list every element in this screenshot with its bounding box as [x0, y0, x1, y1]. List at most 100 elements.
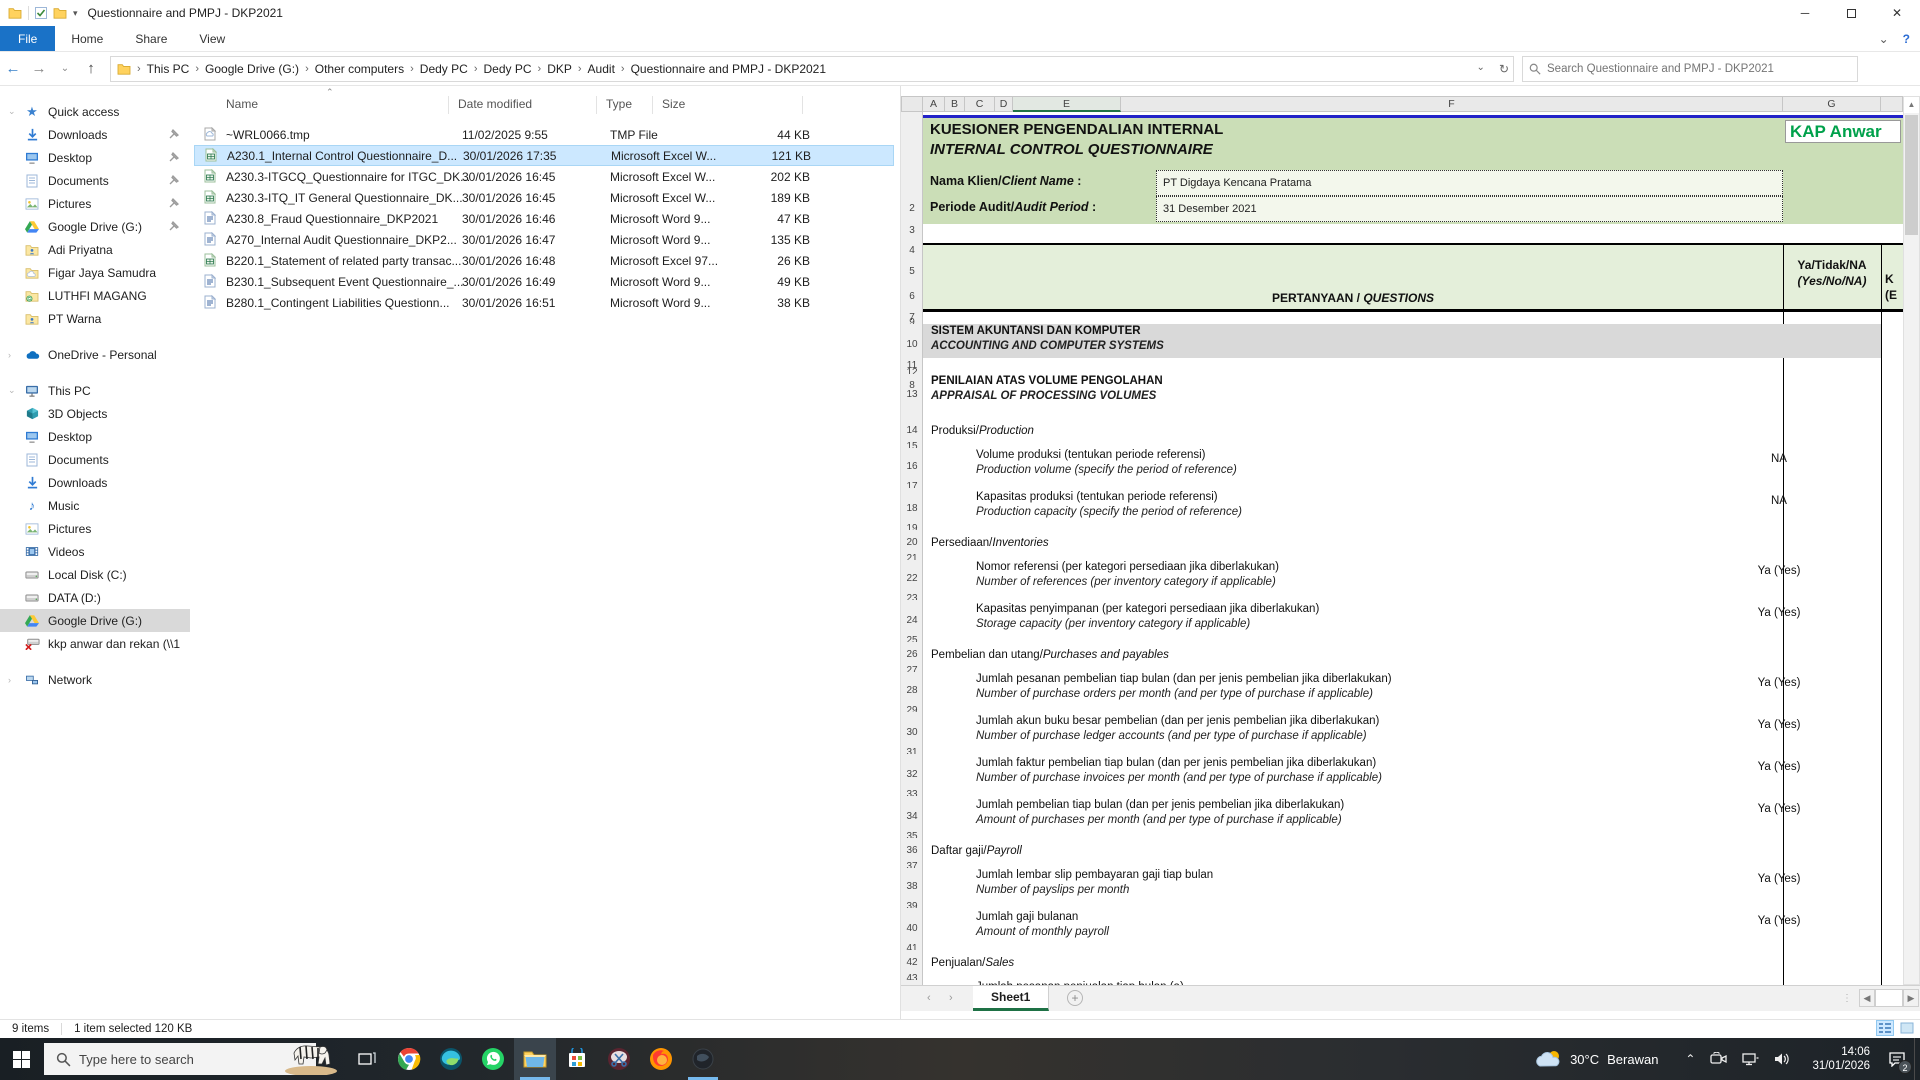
scrollbar-grip[interactable]: ⋮ [1842, 993, 1853, 1004]
large-icons-view-icon[interactable] [1898, 1020, 1916, 1036]
edge-icon[interactable] [430, 1038, 472, 1080]
sidebar-item-downloads[interactable]: Downloads [0, 471, 190, 494]
column-divider[interactable] [596, 96, 597, 114]
breadcrumb-segment[interactable]: This PC [143, 62, 194, 76]
column-divider[interactable] [652, 96, 653, 114]
sidebar-item-music[interactable]: ♪Music [0, 494, 190, 517]
sidebar-item-pictures[interactable]: Pictures [0, 517, 190, 540]
file-row[interactable]: A270_Internal Audit Questionnaire_DKP2..… [194, 229, 894, 250]
sidebar-item-downloads[interactable]: Downloads [0, 123, 190, 146]
sidebar-section-quick-access[interactable]: ⌄★Quick access [0, 100, 190, 123]
column-divider[interactable] [802, 96, 803, 114]
network-icon[interactable] [1742, 1052, 1766, 1066]
microsoft-store-icon[interactable] [556, 1038, 598, 1080]
sheet-tab[interactable]: Sheet1 [973, 986, 1049, 1011]
file-name[interactable]: B280.1_Contingent Liabilities Questionn.… [226, 296, 449, 310]
column-header-date-modified[interactable]: Date modified [458, 97, 532, 111]
zebra-search-highlight-image[interactable] [280, 1035, 342, 1075]
sidebar-item-google-drive-g-[interactable]: Google Drive (G:) [0, 609, 190, 632]
breadcrumb-segment[interactable]: Questionnaire and PMPJ - DKP2021 [627, 62, 830, 76]
properties-check-icon[interactable] [35, 7, 47, 19]
next-sheet-icon[interactable]: › [949, 992, 953, 1004]
back-button[interactable]: ← [0, 60, 26, 77]
dark-app-icon[interactable] [682, 1038, 724, 1080]
sidebar-item-adi-priyatna[interactable]: Adi Priyatna [0, 238, 190, 261]
file-name[interactable]: A230.3-ITGCQ_Questionnaire for ITGC_DK..… [226, 170, 470, 184]
sidebar-item-local-disk-c-[interactable]: Local Disk (C:) [0, 563, 190, 586]
maximize-button[interactable] [1828, 0, 1874, 26]
close-button[interactable]: ✕ [1874, 0, 1920, 26]
breadcrumb-segment[interactable]: Other computers [311, 62, 408, 76]
recent-locations-chevron-icon[interactable]: ⌄ [52, 63, 78, 74]
hidden-icons-chevron-icon[interactable]: ⌃ [1678, 1052, 1702, 1066]
sidebar-item-google-drive-g-[interactable]: Google Drive (G:) [0, 215, 190, 238]
breadcrumb-segment[interactable]: Google Drive (G:) [201, 62, 303, 76]
file-explorer-icon[interactable] [514, 1038, 556, 1080]
sidebar-item-videos[interactable]: Videos [0, 540, 190, 563]
prev-sheet-icon[interactable]: ‹ [927, 992, 931, 1004]
address-dropdown-chevron-icon[interactable]: ⌄ [1477, 62, 1485, 76]
file-row[interactable]: ~WRL0066.tmp11/02/2025 9:55TMP File44 KB [194, 124, 894, 145]
horizontal-scroll-thumb[interactable] [1875, 989, 1903, 1007]
file-row[interactable]: B230.1_Subsequent Event Questionnaire_..… [194, 271, 894, 292]
sidebar-item-desktop[interactable]: Desktop [0, 425, 190, 448]
vertical-scroll-thumb[interactable] [1905, 115, 1918, 235]
ribbon-tab-view[interactable]: View [183, 26, 241, 51]
show-desktop-button[interactable] [1914, 1038, 1920, 1080]
sidebar-item-documents[interactable]: Documents [0, 169, 190, 192]
file-row[interactable]: B280.1_Contingent Liabilities Questionn.… [194, 292, 894, 313]
breadcrumb-segment[interactable]: Audit [584, 62, 619, 76]
chrome-icon[interactable] [388, 1038, 430, 1080]
new-folder-icon[interactable] [53, 7, 67, 19]
sidebar-item-luthfi-magang[interactable]: LUTHFI MAGANG [0, 284, 190, 307]
chevron-down-icon[interactable]: ⌄ [8, 385, 22, 396]
sidebar-item-kkp-anwar-dan-rekan-1[interactable]: kkp anwar dan rekan (\\1 [0, 632, 190, 655]
refresh-icon[interactable]: ↻ [1499, 62, 1509, 76]
firefox-icon[interactable] [640, 1038, 682, 1080]
column-header-size[interactable]: Size [662, 97, 685, 111]
sidebar-section-network[interactable]: ›Network [0, 668, 190, 691]
file-row[interactable]: B220.1_Statement of related party transa… [194, 250, 894, 271]
file-row[interactable]: A230.1_Internal Control Questionnaire_D.… [194, 145, 894, 166]
search-input[interactable] [1547, 63, 1851, 75]
ribbon-tab-file[interactable]: File [0, 26, 55, 51]
column-divider[interactable] [448, 96, 449, 114]
taskbar-search-box[interactable]: Type here to search [44, 1043, 316, 1075]
vertical-scrollbar[interactable]: ▲ [1903, 96, 1920, 985]
file-name[interactable]: A270_Internal Audit Questionnaire_DKP2..… [226, 233, 457, 247]
sidebar-item-pictures[interactable]: Pictures [0, 192, 190, 215]
search-box[interactable] [1522, 56, 1858, 82]
add-sheet-icon[interactable]: + [1067, 990, 1083, 1006]
expand-ribbon-icon[interactable]: ⌄ [1879, 32, 1889, 46]
ribbon-tab-share[interactable]: Share [119, 26, 183, 51]
tray-clock[interactable]: 14:06 31/01/2026 [1812, 1045, 1870, 1073]
scroll-left-icon[interactable]: ◀ [1859, 989, 1875, 1007]
scroll-right-icon[interactable]: ▶ [1903, 989, 1919, 1007]
customize-toolbar-chevron-icon[interactable]: ▾ [73, 8, 78, 19]
minimize-button[interactable]: ─ [1782, 0, 1828, 26]
weather-widget[interactable]: 30°C Berawan [1536, 1049, 1658, 1069]
file-name[interactable]: B220.1_Statement of related party transa… [226, 254, 461, 268]
column-header-type[interactable]: Type [606, 97, 632, 111]
snipping-tool-icon[interactable] [598, 1038, 640, 1080]
horizontal-scrollbar[interactable]: ◀ ▶ [1859, 989, 1919, 1007]
sidebar-section-onedrive-personal[interactable]: ›OneDrive - Personal [0, 343, 190, 366]
file-name[interactable]: B230.1_Subsequent Event Questionnaire_..… [226, 275, 464, 289]
sidebar-item-figar-jaya-samudra[interactable]: Figar Jaya Samudra [0, 261, 190, 284]
chevron-right-icon[interactable]: › [8, 350, 22, 360]
file-row[interactable]: A230.3-ITQ_IT General Questionnaire_DK..… [194, 187, 894, 208]
notification-center-icon[interactable]: 2 [1880, 1038, 1914, 1080]
chevron-down-icon[interactable]: ⌄ [8, 106, 22, 117]
help-icon[interactable]: ? [1903, 32, 1910, 46]
sidebar-item-data-d-[interactable]: DATA (D:) [0, 586, 190, 609]
chevron-right-icon[interactable]: › [8, 675, 22, 685]
address-bar[interactable]: › This PC›Google Drive (G:)›Other comput… [110, 56, 1514, 82]
file-row[interactable]: A230.8_Fraud Questionnaire_DKP202130/01/… [194, 208, 894, 229]
file-name[interactable]: A230.3-ITQ_IT General Questionnaire_DK..… [226, 191, 463, 205]
scroll-up-icon[interactable]: ▲ [1904, 97, 1919, 113]
start-button[interactable] [0, 1038, 42, 1080]
breadcrumb-segment[interactable]: Dedy PC [416, 62, 472, 76]
sidebar-section-this-pc[interactable]: ⌄This PC [0, 379, 190, 402]
sidebar-item-documents[interactable]: Documents [0, 448, 190, 471]
sidebar-item-desktop[interactable]: Desktop [0, 146, 190, 169]
